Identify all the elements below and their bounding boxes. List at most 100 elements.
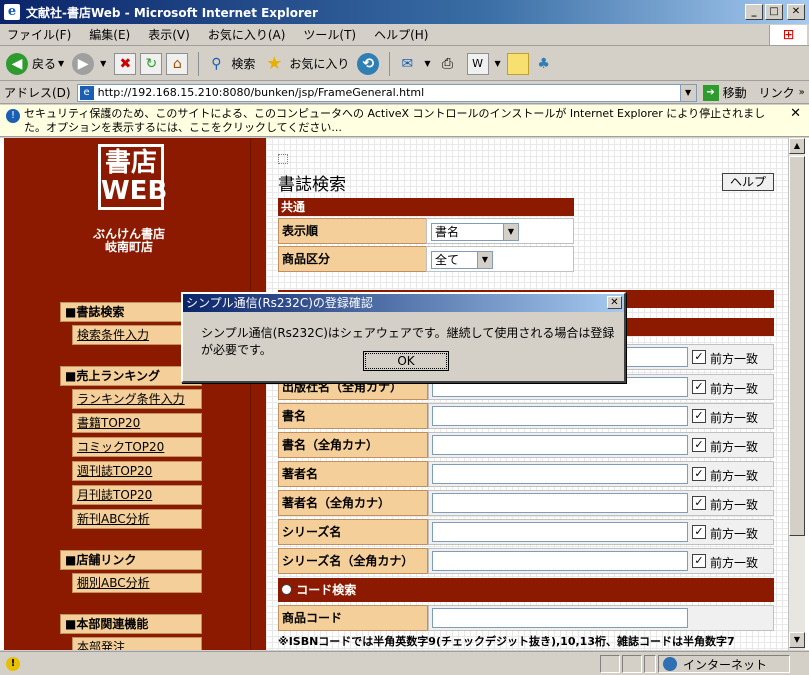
sort-select[interactable]: 書名 ▼ [431, 223, 519, 241]
menu-file[interactable]: ファイル(F) [4, 26, 74, 43]
code-label: 商品コード [278, 605, 428, 631]
nav-item-books-top20[interactable]: 書籍TOP20 [72, 413, 202, 433]
left-frame: 書店 WEB ぶんけん書店 岐南町店 ■書誌検索 検索条件入力 ■売上ランキング… [4, 138, 250, 650]
forward-button[interactable]: ▶ ▼ [72, 52, 106, 75]
forward-arrow-icon: ▶ [72, 52, 95, 75]
code-input[interactable] [432, 608, 688, 628]
series-checkbox[interactable]: ✓ [692, 525, 706, 539]
menu-edit[interactable]: 編集(E) [86, 26, 133, 43]
history-icon[interactable]: ⟲ [357, 52, 380, 75]
address-bar: アドレス(D) e http://192.168.15.210:8080/bun… [0, 82, 809, 104]
menu-bar: ファイル(F) 編集(E) 表示(V) お気に入り(A) ツール(T) ヘルプ(… [0, 24, 809, 46]
chevron-right-icon[interactable]: » [799, 87, 805, 98]
title-checkbox[interactable]: ✓ [692, 409, 706, 423]
links-button[interactable]: リンク [759, 84, 795, 101]
series-input[interactable] [432, 522, 688, 542]
help-button[interactable]: ヘルプ [722, 173, 774, 191]
scroll-up-icon[interactable]: ▲ [789, 138, 805, 154]
warning-icon: ! [6, 656, 20, 671]
dialog-title: シンプル通信(Rs232C)の登録確認 [186, 296, 373, 310]
dialog-close-icon[interactable]: ✕ [607, 296, 622, 309]
search-label: 検索 [231, 57, 256, 71]
page-content: 書店 WEB ぶんけん書店 岐南町店 ■書誌検索 検索条件入力 ■売上ランキング… [0, 138, 809, 650]
broken-image-icon [278, 154, 288, 164]
close-icon[interactable]: ✕ [790, 107, 801, 121]
logo: 書店 WEB [98, 144, 167, 210]
status-bar: ! インターネット [0, 651, 809, 675]
vertical-scrollbar[interactable]: ▲ ▼ [788, 138, 805, 650]
field-label-author: 著者名 [278, 461, 428, 487]
nav-item-weekly-top20[interactable]: 週刊誌TOP20 [72, 461, 202, 481]
go-button[interactable]: ➔ 移動 [702, 84, 747, 101]
sort-cell: 書名 ▼ [426, 218, 574, 244]
product-select[interactable]: 全て ▼ [431, 251, 493, 269]
stop-icon[interactable]: ✖ [114, 52, 137, 75]
info-bar[interactable]: ! セキュリティ保護のため、このサイトによる、このコンピュータへの Active… [0, 105, 809, 137]
author-kana-checkbox[interactable]: ✓ [692, 496, 706, 510]
search-button[interactable]: ⚲ 検索 [205, 53, 255, 75]
refresh-icon[interactable]: ↻ [140, 52, 163, 75]
home-icon[interactable]: ⌂ [166, 52, 189, 75]
author-checkbox[interactable]: ✓ [692, 467, 706, 481]
nav-item-monthly-top20[interactable]: 月刊誌TOP20 [72, 485, 202, 505]
favorites-button[interactable]: ★ お気に入り [263, 53, 349, 75]
nav-section-store-link: ■店舗リンク [60, 550, 202, 570]
back-arrow-icon: ◀ [6, 52, 28, 75]
series-kana-checkbox[interactable]: ✓ [692, 554, 706, 568]
scroll-down-icon[interactable]: ▼ [789, 632, 805, 648]
chevron-down-icon: ▼ [477, 252, 492, 268]
address-url: http://192.168.15.210:8080/bunken/jsp/Fr… [97, 86, 425, 99]
close-window-button[interactable]: ✕ [787, 4, 805, 20]
code-search-radio[interactable] [281, 584, 292, 595]
print-icon[interactable]: ⎙ [437, 53, 459, 75]
search-icon: ⚲ [211, 55, 222, 72]
dialog-title-bar: シンプル通信(Rs232C)の登録確認 ✕ [183, 294, 624, 312]
messenger-icon[interactable]: ♣ [533, 53, 555, 75]
go-arrow-icon: ➔ [702, 84, 719, 101]
series-kana-input[interactable] [432, 551, 688, 571]
field-label-title-kana: 書名（全角カナ） [278, 432, 428, 458]
go-label: 移動 [722, 86, 747, 100]
note-icon[interactable] [506, 52, 529, 75]
code-note: ※ISBNコードでは半角英数字9(チェックデジット抜き),10,13桁、雑誌コー… [278, 635, 735, 648]
title-kana-input[interactable] [432, 435, 688, 455]
menu-help[interactable]: ヘルプ(H) [371, 26, 431, 43]
favorites-label: お気に入り [289, 57, 350, 71]
hidden-field-checkbox[interactable]: ✓ [692, 350, 706, 364]
page-title: 書誌検索 [278, 175, 346, 195]
title-input[interactable] [432, 406, 688, 426]
right-frame: 書誌検索 ヘルプ 共通 表示順 書名 ▼ 商品区分 全て ▼ ✓ 前方一致 出版… [266, 138, 788, 650]
ok-button[interactable]: OK [363, 351, 449, 371]
menu-favorites[interactable]: お気に入り(A) [205, 26, 289, 43]
code-search-band: コード検索 [278, 578, 774, 602]
title-kana-checkbox[interactable]: ✓ [692, 438, 706, 452]
nav-section-hq: ■本部関連機能 [60, 614, 202, 634]
address-dropdown-icon[interactable]: ▼ [679, 84, 696, 101]
nav-item-ranking-input[interactable]: ランキング条件入力 [72, 389, 202, 409]
address-input[interactable]: e http://192.168.15.210:8080/bunken/jsp/… [76, 83, 697, 102]
publisher-kana-checkbox[interactable]: ✓ [692, 380, 706, 394]
globe-icon [663, 657, 677, 671]
menu-tools[interactable]: ツール(T) [300, 26, 359, 43]
chevron-down-icon: ▼ [503, 224, 518, 240]
minimize-button[interactable]: _ [745, 4, 763, 20]
back-button[interactable]: ◀ 戻る ▼ [6, 52, 64, 75]
product-cell: 全て ▼ [426, 246, 574, 272]
frame-divider[interactable] [250, 138, 266, 650]
nav-item-shelf-abc[interactable]: 棚別ABC分析 [72, 573, 202, 593]
nav-item-hq-order[interactable]: 本部発注 [72, 637, 202, 650]
shield-icon: ! [6, 109, 20, 123]
product-label: 商品区分 [278, 246, 428, 272]
edit-icon[interactable]: W [466, 52, 489, 75]
menu-view[interactable]: 表示(V) [145, 26, 193, 43]
registration-dialog: シンプル通信(Rs232C)の登録確認 ✕ シンプル通信(Rs232C)はシェア… [181, 292, 626, 383]
maximize-button[interactable]: □ [765, 4, 783, 20]
nav-item-comic-top20[interactable]: コミックTOP20 [72, 437, 202, 457]
scroll-thumb[interactable] [789, 156, 805, 536]
field-label-author-kana: 著者名（全角カナ） [278, 490, 428, 516]
mail-icon[interactable]: ✉ [396, 53, 418, 75]
windows-logo-icon: ⊞ [769, 25, 807, 45]
author-input[interactable] [432, 464, 688, 484]
author-kana-input[interactable] [432, 493, 688, 513]
nav-item-new-abc[interactable]: 新刊ABC分析 [72, 509, 202, 529]
